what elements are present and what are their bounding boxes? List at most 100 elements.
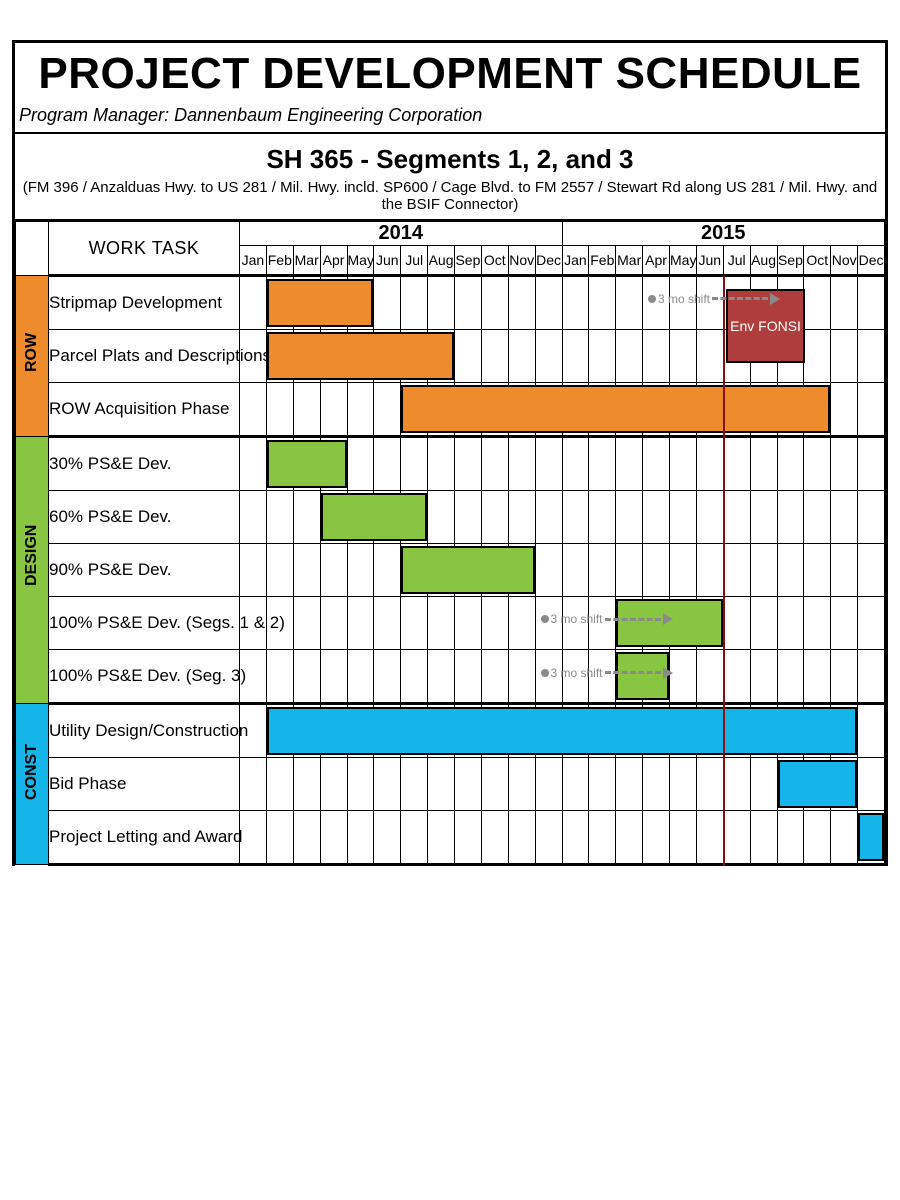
gantt-cell	[347, 758, 374, 811]
mon: Apr	[643, 246, 670, 276]
gantt-bar	[616, 652, 643, 700]
gantt-cell	[589, 811, 616, 865]
gantt-cell	[508, 491, 535, 544]
task-name: Parcel Plats and Descriptions	[49, 330, 240, 383]
task-row: Parcel Plats and Descriptions	[16, 330, 885, 383]
mon: Jul	[401, 246, 428, 276]
gantt-bar	[267, 279, 294, 327]
mon: Sep	[777, 246, 804, 276]
gantt-bar	[615, 707, 643, 755]
gantt-bar	[373, 493, 401, 541]
gantt-cell	[858, 437, 885, 491]
gantt-cell	[240, 597, 267, 650]
gantt-bar	[723, 707, 751, 755]
gantt-cell	[535, 704, 562, 758]
gantt-bar	[642, 707, 670, 755]
project-description: (FM 396 / Anzalduas Hwy. to US 281 / Mil…	[15, 179, 885, 213]
gantt-cell	[858, 544, 885, 597]
worktask-header: WORK TASK	[49, 222, 240, 276]
gantt-cell	[589, 758, 616, 811]
gantt-bar	[803, 707, 831, 755]
gantt-bar	[750, 385, 778, 433]
gantt-cell	[240, 383, 267, 437]
gantt-cell	[401, 383, 428, 437]
gantt-cell	[696, 437, 723, 491]
gantt-bar	[401, 385, 428, 433]
gantt-cell	[508, 597, 535, 650]
gantt-cell	[831, 491, 858, 544]
gantt-cell	[481, 437, 508, 491]
gantt-cell	[616, 704, 643, 758]
gantt-cell	[481, 491, 508, 544]
mon: Feb	[266, 246, 293, 276]
gantt-cell	[643, 544, 670, 597]
gantt-cell	[723, 597, 750, 650]
gantt-cell	[481, 704, 508, 758]
gantt-cell	[804, 758, 831, 811]
gantt-cell	[831, 597, 858, 650]
gantt-bar	[508, 707, 536, 755]
task-name: ROW Acquisition Phase	[49, 383, 240, 437]
gantt-cell	[670, 811, 697, 865]
gantt-cell	[858, 276, 885, 330]
gantt-cell	[320, 437, 347, 491]
page-title: PROJECT DEVELOPMENT SCHEDULE	[15, 49, 885, 99]
gantt-cell	[508, 758, 535, 811]
gantt-cell	[320, 597, 347, 650]
gantt-cell	[508, 544, 535, 597]
gantt-cell	[643, 704, 670, 758]
gantt-cell	[374, 330, 401, 383]
gantt-bar	[723, 385, 751, 433]
gantt-bar	[454, 546, 482, 594]
mon: Jan	[562, 246, 589, 276]
gantt-bar	[481, 707, 509, 755]
gantt-cell	[723, 330, 750, 383]
gantt-cell	[374, 650, 401, 704]
gantt-cell	[858, 704, 885, 758]
task-name: 60% PS&E Dev.	[49, 491, 240, 544]
gantt-cell	[508, 330, 535, 383]
gantt-cell	[777, 330, 804, 383]
gantt-bar	[427, 332, 454, 380]
gantt-cell	[589, 650, 616, 704]
gantt-cell	[804, 704, 831, 758]
gantt-cell	[240, 758, 267, 811]
gantt-cell	[696, 383, 723, 437]
gantt-bar	[669, 707, 697, 755]
gantt-cell	[696, 650, 723, 704]
gantt-cell	[535, 276, 562, 330]
gantt-cell	[589, 544, 616, 597]
gantt-bar	[400, 332, 428, 380]
gantt-cell	[320, 811, 347, 865]
gantt-cell	[562, 491, 589, 544]
gantt-cell	[428, 330, 455, 383]
gantt-cell	[455, 704, 482, 758]
gantt-cell	[670, 437, 697, 491]
gantt-cell	[347, 650, 374, 704]
gantt-cell	[266, 491, 293, 544]
gantt-cell	[401, 330, 428, 383]
gantt-cell	[401, 704, 428, 758]
gantt-cell	[696, 758, 723, 811]
gantt-cell	[347, 544, 374, 597]
gantt-cell	[858, 811, 885, 865]
gantt-bar	[830, 760, 857, 808]
gantt-cell	[750, 330, 777, 383]
gantt-cell	[858, 650, 885, 704]
mon: Feb	[589, 246, 616, 276]
gantt-cell	[750, 650, 777, 704]
gantt-cell	[562, 330, 589, 383]
gantt-cell	[696, 544, 723, 597]
gantt-cell	[374, 704, 401, 758]
mon: Dec	[858, 246, 885, 276]
gantt-cell	[293, 276, 320, 330]
task-row: 100% PS&E Dev. (Segs. 1 & 2)	[16, 597, 885, 650]
gantt-cell	[535, 330, 562, 383]
gantt-bar	[347, 493, 375, 541]
gantt-cell	[831, 704, 858, 758]
gantt-cell	[777, 704, 804, 758]
gantt-cell	[535, 811, 562, 865]
gantt-cell	[777, 597, 804, 650]
gantt-cell	[696, 704, 723, 758]
gantt-cell	[777, 437, 804, 491]
